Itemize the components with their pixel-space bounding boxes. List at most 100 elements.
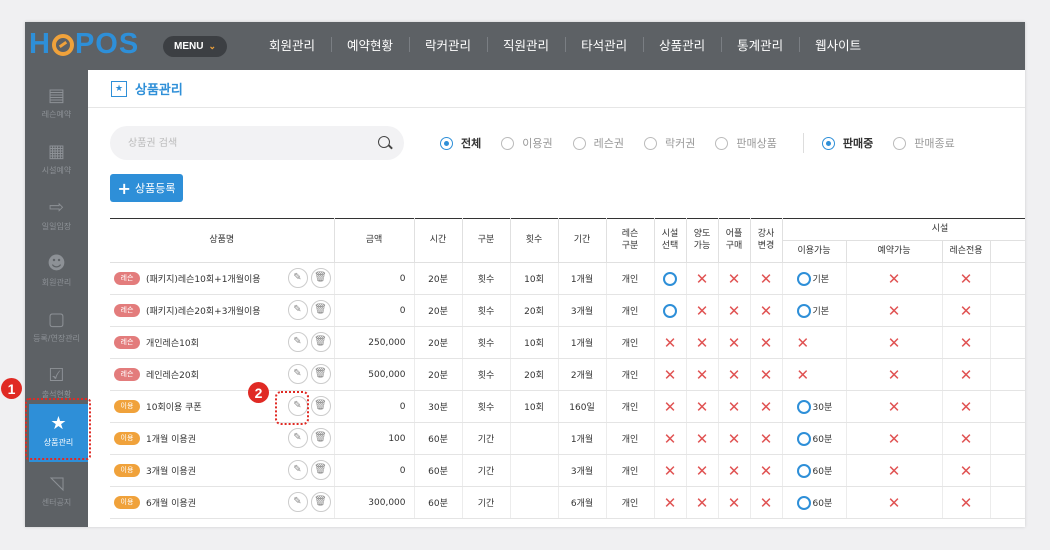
radio-sales-product[interactable]: 판매상품: [715, 135, 777, 151]
product-name[interactable]: 1개월 이용권: [146, 435, 196, 445]
x-mark-icon: ✕: [887, 429, 901, 448]
add-product-button[interactable]: + 상품등록: [110, 174, 183, 202]
search-icon[interactable]: [378, 136, 390, 148]
delete-trash-icon[interactable]: 🗑: [310, 492, 331, 512]
radio-usage[interactable]: 이용권: [501, 135, 553, 151]
nav-member[interactable]: 회원관리: [253, 22, 331, 67]
cell-period: 1개월: [558, 262, 607, 295]
menu-button[interactable]: MENU ⌄: [163, 36, 227, 57]
table-row[interactable]: 이용 10회이용 쿠폰 ✎ 🗑 0 30분 횟수 10회 160일 개인 ✕ ✕ ✕ ✕ 30분 ✕ ✕: [110, 390, 1025, 423]
product-name[interactable]: 개인레슨10회: [146, 339, 199, 349]
header-facility-lesson: 레슨전용: [942, 240, 991, 263]
product-name[interactable]: 3개월 이용권: [146, 467, 196, 477]
product-name[interactable]: 레인레슨20회: [146, 371, 199, 381]
nav-staff[interactable]: 직원관리: [487, 22, 565, 67]
cell-count: 10회: [510, 390, 559, 423]
header-app-purchase: 어플 구매: [718, 218, 751, 263]
radio-lesson[interactable]: 레슨권: [572, 135, 624, 151]
table-row[interactable]: 이용 3개월 이용권 ✎ 🗑 0 60분 기간 3개월 개인 ✕ ✕ ✕ ✕ 60분 ✕ ✕: [110, 454, 1025, 487]
cell-facility-use: ✕: [782, 358, 847, 391]
product-name[interactable]: 10회이용 쿠폰: [146, 403, 202, 413]
cell-lesson-kind: 개인: [606, 262, 655, 295]
nav-website[interactable]: 웹사이트: [799, 22, 877, 67]
cell-app-purchase: ✕: [718, 294, 751, 327]
product-name[interactable]: (패키지)레슨20회+3개월이용: [146, 307, 261, 317]
cell-facility-lesson: ✕: [942, 486, 991, 519]
cell-facility-reserve: ✕: [846, 358, 943, 391]
radio-on-sale[interactable]: 판매중: [821, 135, 873, 151]
delete-trash-icon[interactable]: 🗑: [310, 300, 331, 320]
edit-pencil-icon[interactable]: ✎: [287, 268, 308, 288]
cell-facility-extra: [990, 262, 1025, 295]
x-mark-icon: ✕: [887, 493, 901, 512]
x-mark-icon: ✕: [695, 365, 709, 384]
cell-facility-select: ✕: [654, 358, 687, 391]
chevron-down-icon: ⌄: [208, 41, 216, 51]
cell-kind: 횟수: [462, 262, 511, 295]
product-name[interactable]: (패키지)레슨10회+1개월이용: [146, 275, 261, 285]
nav-product[interactable]: 상품관리: [643, 22, 721, 67]
cell-facility-select: ✕: [654, 326, 687, 359]
delete-trash-icon[interactable]: 🗑: [310, 268, 331, 288]
x-mark-icon: ✕: [695, 333, 709, 352]
cell-period: 3개월: [558, 454, 607, 487]
main-content: ★ 상품관리 전체 이용권 레슨권 락커권 판매상품 판매중 판매종료 +상품등…: [88, 70, 1025, 527]
highlight-edit-button: [275, 391, 309, 425]
highlight-sidebar-product: [25, 398, 91, 460]
edit-pencil-icon[interactable]: ✎: [287, 492, 308, 512]
type-badge: 레슨: [114, 272, 140, 285]
radio-all[interactable]: 전체: [440, 135, 481, 151]
sidebar-item-facility-reservation[interactable]: ▦ 시설예약: [25, 132, 88, 188]
x-mark-icon: ✕: [887, 461, 901, 480]
cell-facility-extra: [990, 294, 1025, 327]
cell-coach-change: ✕: [750, 422, 783, 455]
sidebar-item-members[interactable]: ☻ 회원관리: [25, 244, 88, 300]
radio-sale-ended[interactable]: 판매종료: [893, 135, 955, 151]
sidebar-item-notice[interactable]: ◹ 센터공지: [25, 464, 88, 520]
sidebar-item-lesson-reservation[interactable]: ▤ 레슨예약: [25, 76, 88, 132]
x-mark-icon: ✕: [959, 461, 973, 480]
hopos-logo[interactable]: H POS: [29, 28, 139, 61]
edit-pencil-icon[interactable]: ✎: [287, 460, 308, 480]
delete-trash-icon[interactable]: 🗑: [310, 332, 331, 352]
nav-reservation[interactable]: 예약현황: [331, 22, 409, 67]
cell-name: 레슨 (패키지)레슨20회+3개월이용 ✎ 🗑: [110, 294, 335, 327]
delete-trash-icon[interactable]: 🗑: [310, 396, 331, 416]
nav-locker[interactable]: 락커관리: [409, 22, 487, 67]
x-mark-icon: ✕: [759, 365, 773, 384]
sidebar-item-daily-entry[interactable]: ⇨ 일일입장: [25, 188, 88, 244]
nav-stats[interactable]: 통계관리: [721, 22, 799, 67]
table-row[interactable]: 레슨 (패키지)레슨10회+1개월이용 ✎ 🗑 0 20분 횟수 10회 1개월 개인 ✕ ✕ ✕ 기본 ✕…: [110, 262, 1025, 295]
edit-pencil-icon[interactable]: ✎: [287, 332, 308, 352]
cell-lesson-kind: 개인: [606, 358, 655, 391]
edit-pencil-icon[interactable]: ✎: [287, 428, 308, 448]
table-row[interactable]: 레슨 레인레슨20회 ✎ 🗑 500,000 20분 횟수 20회 2개월 개인 ✕ ✕ ✕ ✕ ✕ ✕ ✕: [110, 358, 1025, 391]
cell-transfer: ✕: [686, 326, 719, 359]
product-name[interactable]: 6개월 이용권: [146, 499, 196, 509]
sidebar-item-registration[interactable]: ▢ 등록/연장관리: [25, 300, 88, 356]
header-lesson-kind: 레슨 구분: [606, 218, 655, 263]
radio-locker[interactable]: 락커권: [644, 135, 695, 151]
cell-transfer: ✕: [686, 486, 719, 519]
nav-bay[interactable]: 타석관리: [565, 22, 643, 67]
cell-facility-use: ✕: [782, 326, 847, 359]
delete-trash-icon[interactable]: 🗑: [310, 428, 331, 448]
cell-lesson-kind: 개인: [606, 486, 655, 519]
x-mark-icon: ✕: [887, 397, 901, 416]
edit-pencil-icon[interactable]: ✎: [287, 300, 308, 320]
table-row[interactable]: 레슨 개인레슨10회 ✎ 🗑 250,000 20분 횟수 10회 1개월 개인 ✕ ✕ ✕ ✕ ✕ ✕ ✕: [110, 326, 1025, 359]
cell-facility-lesson: ✕: [942, 454, 991, 487]
cell-time: 60분: [414, 454, 463, 487]
x-mark-icon: ✕: [759, 333, 773, 352]
delete-trash-icon[interactable]: 🗑: [310, 364, 331, 384]
delete-trash-icon[interactable]: 🗑: [310, 460, 331, 480]
x-mark-icon: ✕: [695, 461, 709, 480]
cell-facility-extra: [990, 454, 1025, 487]
search-input[interactable]: [110, 126, 404, 160]
x-mark-icon: ✕: [759, 397, 773, 416]
cell-app-purchase: ✕: [718, 454, 751, 487]
table-row[interactable]: 이용 6개월 이용권 ✎ 🗑 300,000 60분 기간 6개월 개인 ✕ ✕ ✕ ✕ 60분 ✕ ✕: [110, 486, 1025, 519]
table-row[interactable]: 레슨 (패키지)레슨20회+3개월이용 ✎ 🗑 0 20분 횟수 20회 3개월 개인 ✕ ✕ ✕ 기본 ✕…: [110, 294, 1025, 327]
edit-pencil-icon[interactable]: ✎: [287, 364, 308, 384]
table-row[interactable]: 이용 1개월 이용권 ✎ 🗑 100 60분 기간 1개월 개인 ✕ ✕ ✕ ✕ 60분 ✕ ✕: [110, 422, 1025, 455]
